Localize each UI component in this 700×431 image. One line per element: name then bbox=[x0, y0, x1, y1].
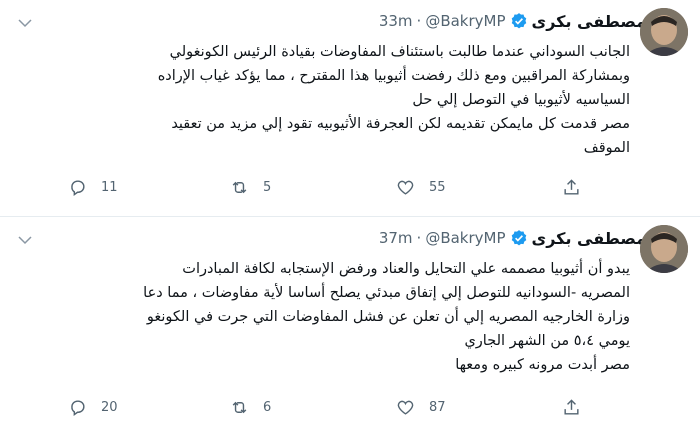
display-name[interactable]: مصطفى بكرى bbox=[532, 229, 646, 248]
share-icon bbox=[564, 178, 579, 195]
tweet-time[interactable]: 37m bbox=[379, 229, 413, 247]
avatar[interactable] bbox=[640, 8, 688, 56]
reply-icon bbox=[71, 179, 85, 196]
tweet-text-line: وبمشاركة المراقبين ومع ذلك رفضت أثيوبيا … bbox=[157, 68, 630, 84]
like-count: 87 bbox=[429, 399, 446, 415]
reply-count: 20 bbox=[101, 399, 118, 415]
reply-button[interactable]: 20 bbox=[68, 395, 118, 419]
like-button[interactable]: 55 bbox=[396, 175, 446, 199]
retweet-button[interactable]: 6 bbox=[230, 395, 271, 419]
user-handle[interactable]: @BakryMP bbox=[425, 229, 505, 247]
tweet-text-line: يبدو أن أثيوبيا مصممه علي التحايل والعنا… bbox=[182, 261, 630, 277]
display-name[interactable]: مصطفى بكرى bbox=[532, 12, 646, 31]
tweet-header: 33m · @BakryMP مصطفى بكرى bbox=[378, 11, 646, 31]
tweet-time[interactable]: 33m bbox=[379, 12, 413, 30]
tweet-actions: 20 6 87 bbox=[66, 395, 630, 419]
tweet-text-line: يومي ٥،٤ من الشهر الجاري bbox=[464, 333, 630, 349]
share-button[interactable] bbox=[562, 395, 581, 419]
tweet-text-line: المصريه -السودانيه للتوصل إلي إتفاق مبدئ… bbox=[143, 285, 630, 301]
chevron-down-icon[interactable] bbox=[16, 231, 34, 249]
retweet-count: 6 bbox=[263, 399, 272, 415]
retweet-icon bbox=[232, 181, 247, 193]
retweet-icon bbox=[232, 401, 247, 413]
like-button[interactable]: 87 bbox=[396, 395, 446, 419]
tweet-actions: 11 5 55 bbox=[66, 175, 630, 199]
tweet-text-line: وزارة الخارجيه المصريه إلي أن تعلن عن فش… bbox=[146, 309, 630, 325]
tweet-text: الجانب السوداني عندما طالبت باستئناف الم… bbox=[54, 40, 630, 160]
share-icon bbox=[564, 398, 579, 415]
tweet-text-line: مصر أبدت مرونه كبيره ومعها bbox=[455, 357, 630, 373]
verified-badge-icon bbox=[511, 230, 526, 246]
heart-icon bbox=[397, 400, 414, 415]
share-button[interactable] bbox=[562, 175, 581, 199]
chevron-down-icon[interactable] bbox=[16, 14, 34, 32]
heart-icon bbox=[397, 180, 414, 195]
user-handle[interactable]: @BakryMP bbox=[425, 12, 505, 30]
tweet-text-line: الجانب السوداني عندما طالبت باستئناف الم… bbox=[169, 44, 630, 60]
tweet-text-line: السياسيه لأثيوبيا في التوصل إلي حل bbox=[412, 92, 630, 108]
reply-icon bbox=[71, 399, 85, 416]
tweet[interactable]: 37m · @BakryMP مصطفى بكرى يبدو أن أثيوبي… bbox=[0, 217, 700, 431]
tweet-text: يبدو أن أثيوبيا مصممه علي التحايل والعنا… bbox=[54, 257, 630, 377]
tweet-text-line: الموقف bbox=[583, 140, 630, 156]
verified-badge-icon bbox=[511, 13, 526, 29]
tweet-header: 37m · @BakryMP مصطفى بكرى bbox=[378, 228, 646, 248]
reply-button[interactable]: 11 bbox=[68, 175, 118, 199]
retweet-count: 5 bbox=[263, 179, 272, 195]
tweet[interactable]: 33m · @BakryMP مصطفى بكرى الجانب السودان… bbox=[0, 0, 700, 216]
avatar[interactable] bbox=[640, 225, 688, 273]
like-count: 55 bbox=[429, 179, 446, 195]
retweet-button[interactable]: 5 bbox=[230, 175, 271, 199]
reply-count: 11 bbox=[101, 179, 118, 195]
tweet-text-line: مصر قدمت كل مايمكن تقديمه لكن العجرفة ال… bbox=[171, 116, 630, 132]
